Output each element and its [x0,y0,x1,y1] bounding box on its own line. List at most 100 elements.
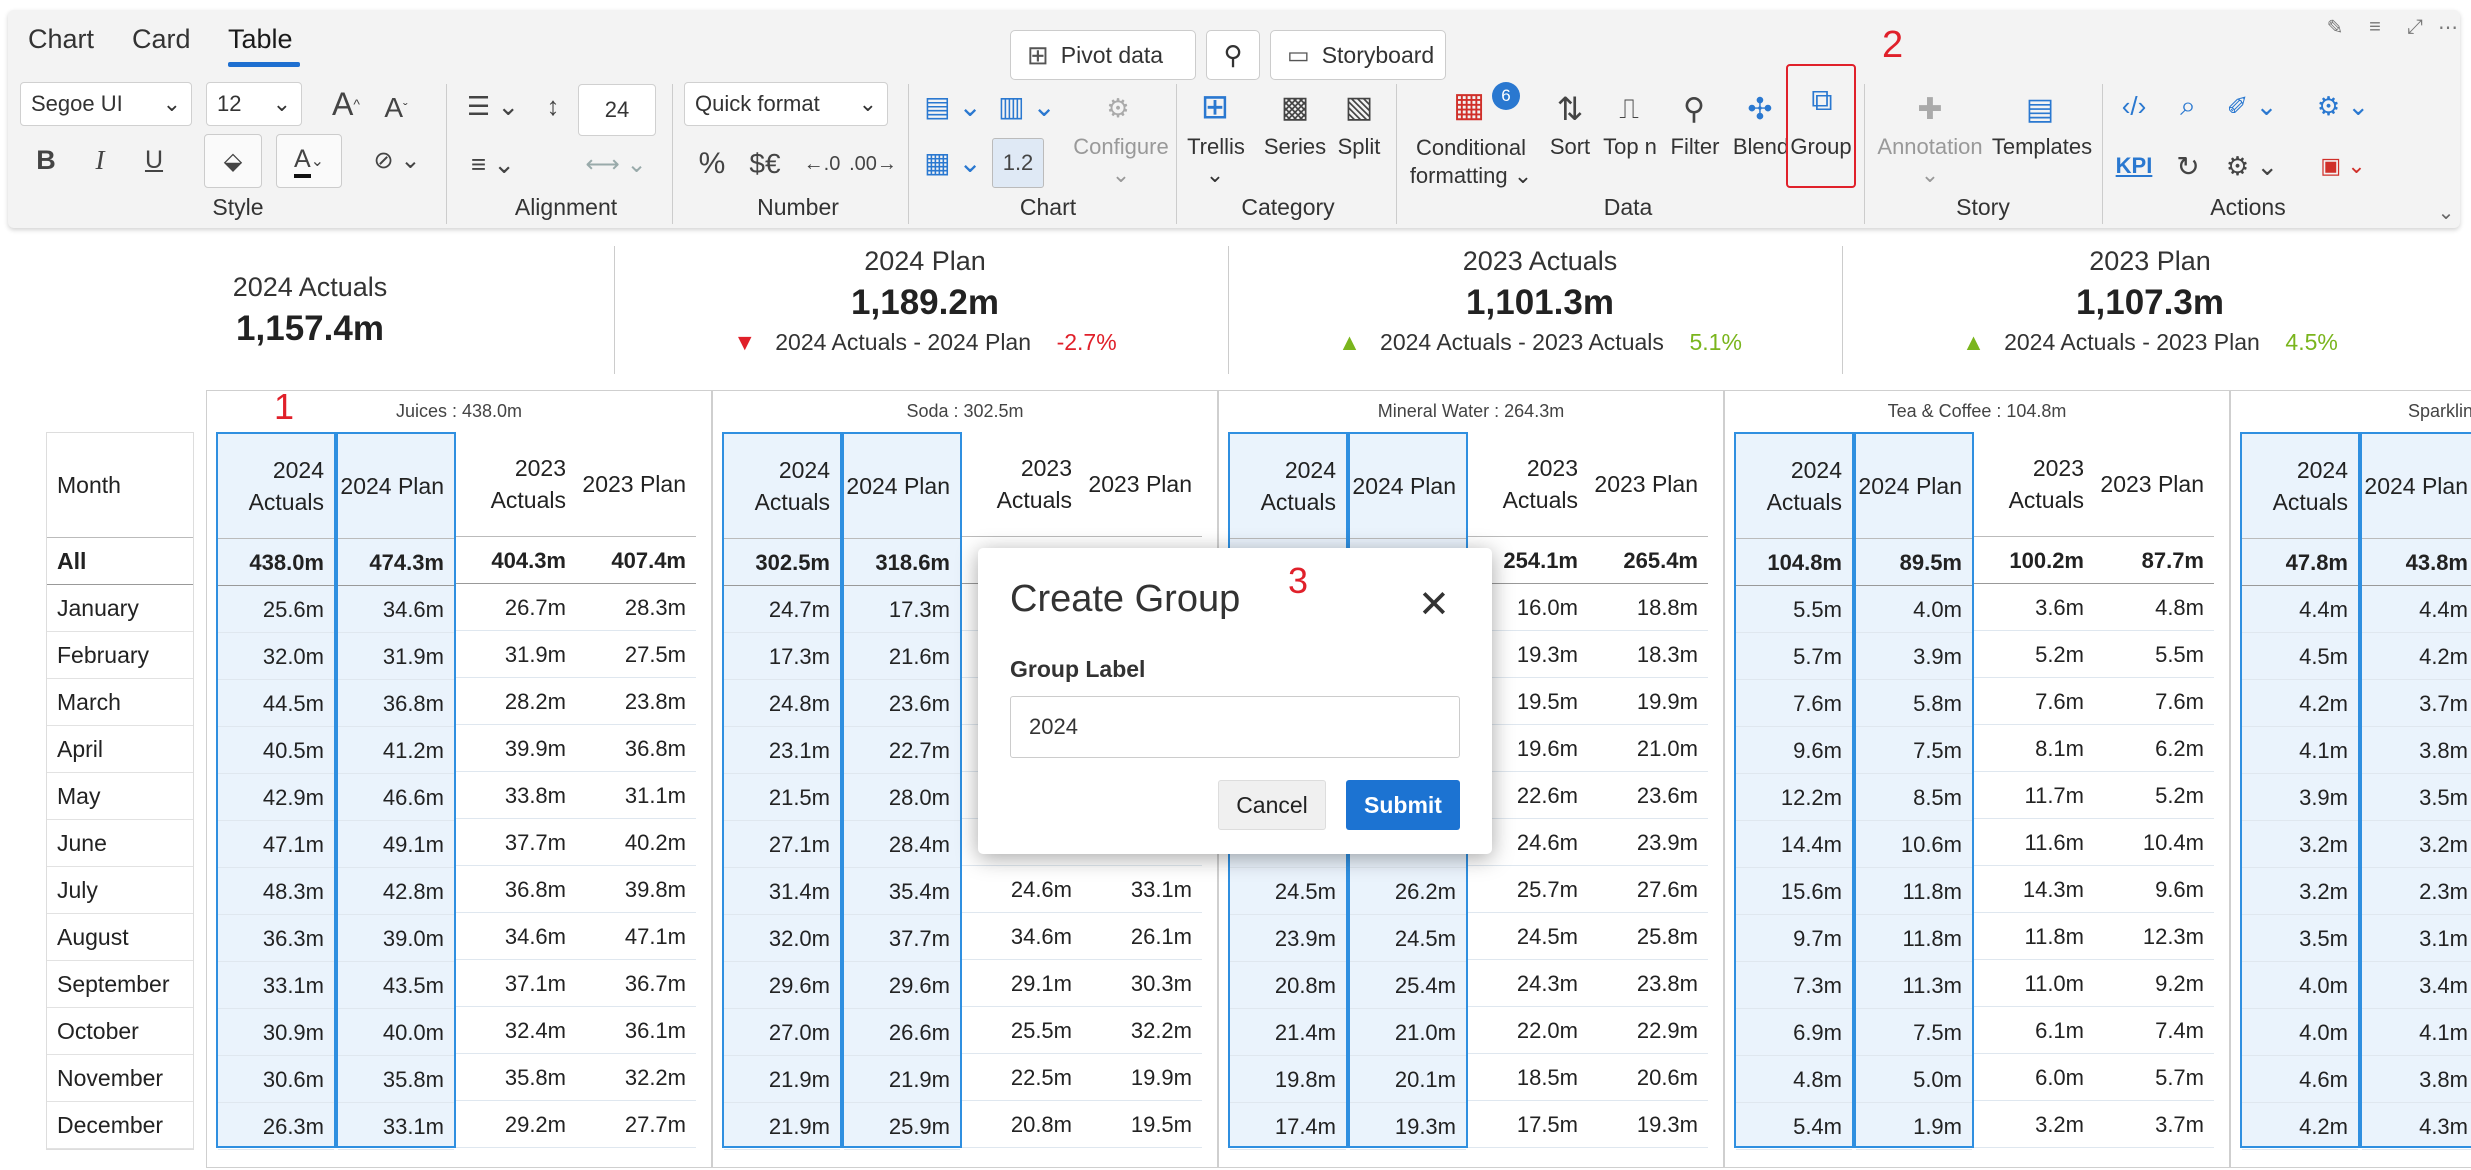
table-cell[interactable]: 23.8m [576,678,696,725]
line-spacing-icon[interactable]: ↕ [538,86,568,126]
column-header[interactable]: 2024 Actuals [2242,434,2358,539]
table-cell[interactable]: 5.0m [1856,1056,1972,1103]
table-cell[interactable]: 17.5m [1468,1101,1588,1148]
blend-icon[interactable]: ✣ [1738,86,1782,132]
table-cell[interactable]: 20.6m [1588,1054,1708,1101]
paint-brush-icon[interactable]: ✐ ⌄ [2220,86,2284,126]
table-cell[interactable]: 7.6m [1736,680,1852,727]
table-cell[interactable]: 25.5m [962,1007,1082,1054]
table-cell[interactable]: 5.8m [1856,680,1972,727]
table-cell[interactable]: 26.6m [844,1009,960,1056]
conditional-formatting-icon[interactable]: ▦ [1446,82,1492,128]
table-cell[interactable]: 33.8m [456,772,576,819]
table-cell[interactable]: 17.3m [844,586,960,633]
filter-icon[interactable]: ≡ [2360,12,2390,42]
table-cell[interactable]: 10.6m [1856,821,1972,868]
table-cell[interactable]: 10.4m [2094,819,2214,866]
table-cell[interactable]: 22.7m [844,727,960,774]
italic-button[interactable]: I [82,140,118,180]
table-cell[interactable]: 3.7m [2362,680,2471,727]
table-cell[interactable]: 3.9m [1856,633,1972,680]
table-cell[interactable]: 32.4m [456,1007,576,1054]
table-cell[interactable]: 31.9m [338,633,454,680]
table-cell[interactable]: 31.4m [724,868,840,915]
table-cell[interactable]: 474.3m [338,539,454,586]
bar-layout-icon[interactable]: ▤ ⌄ [920,86,986,126]
visibility-toggle-icon[interactable]: ⊘ ⌄ [364,140,430,180]
table-cell[interactable]: 33.1m [338,1103,454,1150]
table-cell[interactable]: 40.0m [338,1009,454,1056]
table-cell[interactable]: 9.6m [2094,866,2214,913]
split-icon[interactable]: ▧ [1336,84,1382,130]
table-cell[interactable]: 29.6m [724,962,840,1009]
topn-button[interactable]: Top n [1598,134,1662,160]
table-cell[interactable]: 46.6m [338,774,454,821]
table-cell[interactable]: 5.2m [1974,631,2094,678]
column-header[interactable]: 2024 Actuals [218,434,334,539]
table-cell[interactable]: 21.5m [724,774,840,821]
horizontal-align-icon[interactable]: ☰ ⌄ [460,86,526,126]
table-cell[interactable]: 31.1m [576,772,696,819]
table-cell[interactable]: 404.3m [456,537,576,584]
table-cell[interactable]: 302.5m [724,539,840,586]
table-cell[interactable]: 7.6m [2094,678,2214,725]
table-cell[interactable]: 318.6m [844,539,960,586]
table-cell[interactable]: 24.7m [724,586,840,633]
table-cell[interactable]: 25.6m [218,586,334,633]
column-width-icon[interactable]: ⟷ ⌄ [574,144,658,184]
annotation-button[interactable]: Annotation [1870,134,1990,160]
table-cell[interactable]: 22.5m [962,1054,1082,1101]
table-cell[interactable]: 29.2m [456,1101,576,1148]
column-header[interactable]: 2023 Actuals [456,432,576,537]
bold-button[interactable]: B [28,140,64,180]
increase-font-icon[interactable]: A ^ [324,82,368,126]
pdf-export-icon[interactable]: ▣ ⌄ [2308,146,2378,186]
table-cell[interactable]: 23.1m [724,727,840,774]
table-cell[interactable]: 21.4m [1230,1009,1346,1056]
table-cell[interactable]: 39.8m [576,866,696,913]
table-cell[interactable]: 5.5m [1736,586,1852,633]
table-cell[interactable]: 4.1m [2362,1009,2471,1056]
table-cell[interactable]: 1.9m [1856,1103,1972,1150]
table-cell[interactable]: 3.2m [1974,1101,2094,1148]
table-cell[interactable]: 3.2m [2362,821,2471,868]
table-cell[interactable]: 104.8m [1736,539,1852,586]
table-cell[interactable]: 4.0m [2242,962,2358,1009]
kpi-button[interactable]: KPI [2112,148,2156,184]
currency-button[interactable]: $€ [740,144,790,184]
table-cell[interactable]: 27.7m [576,1101,696,1148]
column-header[interactable]: 2024 Plan [1856,434,1972,539]
font-size-select[interactable]: 12 ⌄ [206,82,302,126]
group-title[interactable]: Tea & Coffee : 104.8m [1725,391,2229,431]
table-cell[interactable]: 7.5m [1856,727,1972,774]
search-icon[interactable]: ⌕ [2166,86,2210,126]
table-cell[interactable]: 28.2m [456,678,576,725]
table-cell[interactable]: 5.2m [2094,772,2214,819]
table-cell[interactable]: 9.7m [1736,915,1852,962]
table-cell[interactable]: 5.5m [2094,631,2214,678]
table-cell[interactable]: 26.1m [1082,913,1202,960]
stack-layout-icon[interactable]: ▥ ⌄ [994,86,1060,126]
table-cell[interactable]: 6.0m [1974,1054,2094,1101]
table-cell[interactable]: 7.4m [2094,1007,2214,1054]
table-cell[interactable]: 19.9m [1082,1054,1202,1101]
table-cell[interactable]: 100.2m [1974,537,2094,584]
table-cell[interactable]: 21.6m [844,633,960,680]
table-cell[interactable]: 36.3m [218,915,334,962]
table-cell[interactable]: 5.7m [1736,633,1852,680]
table-cell[interactable]: 8.5m [1856,774,1972,821]
table-cell[interactable]: 4.8m [1736,1056,1852,1103]
table-cell[interactable]: 9.6m [1736,727,1852,774]
table-cell[interactable]: 36.1m [576,1007,696,1054]
table-cell[interactable]: 12.2m [1736,774,1852,821]
table-cell[interactable]: 25.8m [1588,913,1708,960]
table-cell[interactable]: 40.2m [576,819,696,866]
table-cell[interactable]: 4.4m [2362,586,2471,633]
table-cell[interactable]: 39.9m [456,725,576,772]
templates-icon[interactable]: ▤ [2018,86,2062,132]
table-cell[interactable]: 27.6m [1588,866,1708,913]
more-icon[interactable]: ⋯ [2436,12,2460,42]
quick-format-select[interactable]: Quick format ⌄ [684,82,888,126]
font-family-select[interactable]: Segoe UI ⌄ [20,82,192,126]
annotation-icon[interactable]: ✚ [1908,86,1952,132]
